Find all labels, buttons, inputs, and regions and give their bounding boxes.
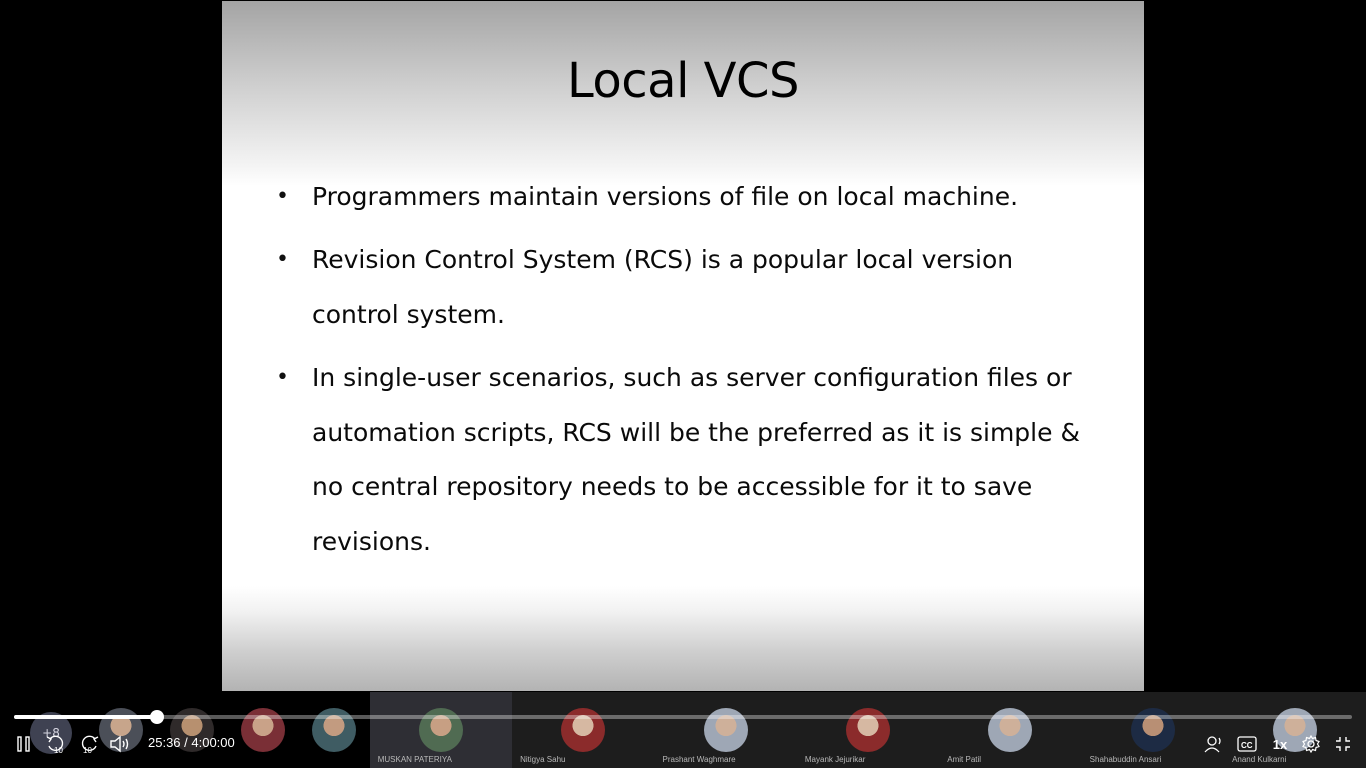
presentation-slide: Local VCS • Programmers maintain version…	[222, 1, 1144, 691]
rewind-10-icon: 10	[46, 735, 63, 755]
participant-name: Anand Kulkarni	[1232, 755, 1287, 764]
participant-tile-prashant[interactable]: Prashant Waghmare	[654, 692, 797, 768]
participants-audio-icon	[1204, 736, 1221, 753]
slide-bullet: • Programmers maintain versions of file …	[276, 170, 1102, 225]
svg-text:CC: CC	[1241, 741, 1253, 750]
participant-name: MUSKAN PATERIYA	[377, 755, 452, 764]
bullet-text: Revision Control System (RCS) is a popul…	[312, 245, 1014, 329]
closed-captions-icon: CC	[1237, 736, 1257, 752]
participant-tile-anand[interactable]: Anand Kulkarni	[1224, 692, 1366, 768]
participant-name: Amit Patil	[947, 755, 982, 764]
settings-gear-icon	[1302, 735, 1320, 753]
settings-button[interactable]	[1299, 732, 1323, 756]
participant-name: Prashant Waghmare	[662, 755, 736, 764]
bullet-marker: •	[276, 184, 289, 209]
slide-title: Local VCS	[567, 53, 799, 109]
bullet-text: In single-user scenarios, such as server…	[312, 363, 1080, 556]
volume-icon	[110, 735, 129, 753]
seek-bar-played	[14, 715, 157, 719]
closed-captions-button[interactable]: CC	[1235, 732, 1259, 756]
playback-time: 25:36 / 4:00:00	[148, 735, 235, 750]
participant-name: Nitigya Sahu	[520, 755, 566, 764]
participant-tile-nitigya[interactable]: Nitigya Sahu	[512, 692, 655, 768]
participant-tile-shahabuddin[interactable]: Shahabuddin Ansari	[1081, 692, 1225, 768]
participant-name: Mayank Jejurikar	[804, 755, 866, 764]
participant-tile-amit[interactable]: Amit Patil	[939, 692, 1082, 768]
bullet-text: Programmers maintain versions of file on…	[312, 182, 1019, 211]
participant-tile-muskan[interactable]: MUSKAN PATERIYA	[369, 692, 513, 768]
svg-text:10: 10	[54, 746, 63, 755]
seek-bar-handle[interactable]	[149, 710, 164, 724]
participant-tile-mayank[interactable]: Mayank Jejurikar	[796, 692, 940, 768]
rewind-10-button[interactable]: 10	[44, 732, 68, 756]
forward-10-button[interactable]: 10	[77, 732, 101, 756]
forward-10-icon: 10	[81, 735, 99, 755]
slide-bullet: • Revision Control System (RCS) is a pop…	[276, 233, 1102, 342]
seek-bar[interactable]	[14, 710, 1352, 724]
exit-fullscreen-button[interactable]	[1331, 732, 1355, 756]
pause-button[interactable]	[14, 732, 34, 756]
volume-button[interactable]	[108, 732, 132, 756]
svg-text:10: 10	[83, 746, 92, 755]
participants-audio-button[interactable]	[1202, 732, 1226, 756]
pause-icon	[17, 736, 30, 752]
slide-bullet: • In single-user scenarios, such as serv…	[276, 351, 1102, 569]
bullet-marker: •	[276, 365, 289, 390]
participant-name: Shahabuddin Ansari	[1089, 755, 1162, 764]
playback-speed-button[interactable]: 1x	[1268, 732, 1292, 756]
exit-fullscreen-icon	[1336, 737, 1350, 751]
bullet-marker: •	[276, 247, 289, 272]
